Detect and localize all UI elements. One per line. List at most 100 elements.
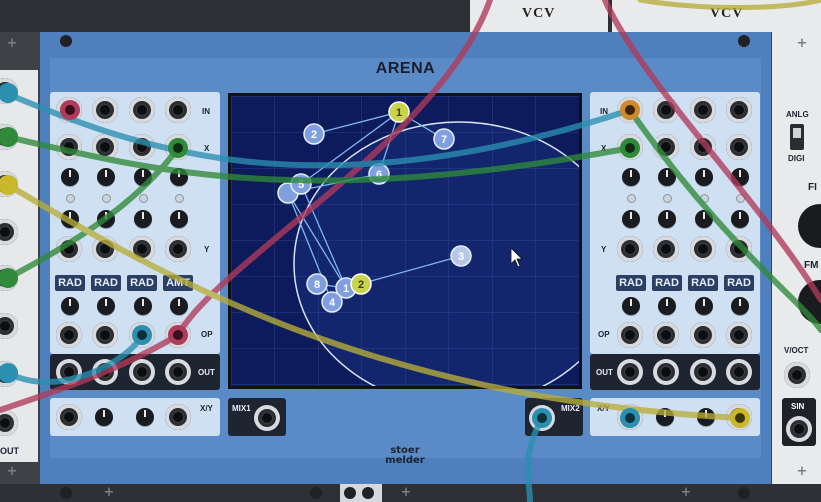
left-amt-badge[interactable]: AMT: [163, 275, 193, 291]
left-y-jack-1[interactable]: [56, 236, 82, 262]
source-marker-5[interactable]: 5: [290, 173, 312, 195]
right-op-knob-4[interactable]: [731, 297, 749, 315]
right-op-jack-1[interactable]: [617, 322, 643, 348]
right-xy-knob-1[interactable]: [656, 408, 674, 426]
left-out-jack-1[interactable]: [56, 359, 82, 385]
right-y-knob-3[interactable]: [695, 210, 713, 228]
source-marker-2[interactable]: 2: [303, 123, 325, 145]
left-y-knob-1[interactable]: [61, 210, 79, 228]
right-out-jack-3[interactable]: [690, 359, 716, 385]
left-xy-jack-in[interactable]: [56, 404, 82, 430]
source-marker-7[interactable]: 7: [433, 128, 455, 150]
mix2-jack[interactable]: [529, 405, 555, 431]
left-out-jack-2[interactable]: [92, 359, 118, 385]
right-x-knob-1[interactable]: [622, 168, 640, 186]
left-out-jack-3[interactable]: [129, 359, 155, 385]
left-op-jack-1[interactable]: [56, 322, 82, 348]
source-marker-4[interactable]: 4: [321, 291, 343, 313]
right-rad-badge-2[interactable]: RAD: [652, 275, 682, 291]
left-y-jack-2[interactable]: [92, 236, 118, 262]
mix1-jack[interactable]: [254, 405, 280, 431]
left-y-knob-4[interactable]: [170, 210, 188, 228]
right-op-jack-2[interactable]: [653, 322, 679, 348]
left-in-jack-3[interactable]: [129, 97, 155, 123]
right-xy-jack-out[interactable]: [726, 404, 752, 430]
right-rad-badge-3[interactable]: RAD: [688, 275, 718, 291]
left-op-knob-3[interactable]: [134, 297, 152, 315]
left-y-knob-3[interactable]: [134, 210, 152, 228]
left-op-jack-4[interactable]: [165, 322, 191, 348]
freq-knob[interactable]: [798, 204, 821, 248]
left-op-knob-4[interactable]: [170, 297, 188, 315]
left-rad-badge-3[interactable]: RAD: [127, 275, 157, 291]
left-module-jack-5[interactable]: [0, 265, 18, 291]
right-y-knob-1[interactable]: [622, 210, 640, 228]
source-marker-6[interactable]: 6: [368, 163, 390, 185]
right-in-jack-3[interactable]: [690, 97, 716, 123]
right-y-jack-4[interactable]: [726, 236, 752, 262]
right-y-knob-2[interactable]: [658, 210, 676, 228]
left-y-jack-4[interactable]: [165, 236, 191, 262]
left-xy-knob-1[interactable]: [95, 408, 113, 426]
left-rad-badge-2[interactable]: RAD: [91, 275, 121, 291]
mixer-marker-1[interactable]: 1: [388, 101, 410, 123]
right-y-knob-4[interactable]: [731, 210, 749, 228]
left-x-jack-4[interactable]: [165, 134, 191, 160]
right-in-jack-2[interactable]: [653, 97, 679, 123]
right-x-knob-2[interactable]: [658, 168, 676, 186]
right-rad-badge-1[interactable]: RAD: [616, 275, 646, 291]
left-module-jack-6[interactable]: [0, 313, 18, 339]
right-xy-knob-2[interactable]: [697, 408, 715, 426]
right-y-jack-1[interactable]: [617, 236, 643, 262]
right-x-knob-3[interactable]: [695, 168, 713, 186]
left-in-jack-1[interactable]: [56, 97, 82, 123]
voct-jack[interactable]: [784, 362, 810, 388]
arena-display[interactable]: 1234567812: [228, 93, 582, 389]
source-marker-8[interactable]: 8: [306, 273, 328, 295]
left-in-jack-4[interactable]: [165, 97, 191, 123]
right-xy-jack-in[interactable]: [617, 404, 643, 430]
right-out-jack-2[interactable]: [653, 359, 679, 385]
right-op-knob-1[interactable]: [622, 297, 640, 315]
right-in-jack-4[interactable]: [726, 97, 752, 123]
left-module-jack-7[interactable]: [0, 361, 18, 387]
right-x-knob-4[interactable]: [731, 168, 749, 186]
sin-jack[interactable]: [786, 416, 812, 442]
left-x-jack-1[interactable]: [56, 134, 82, 160]
right-op-jack-3[interactable]: [690, 322, 716, 348]
right-out-jack-1[interactable]: [617, 359, 643, 385]
mixer-marker-2[interactable]: 2: [350, 273, 372, 295]
source-marker-3[interactable]: 3: [450, 245, 472, 267]
right-y-jack-3[interactable]: [690, 236, 716, 262]
anlg-digi-toggle[interactable]: [790, 124, 804, 150]
left-y-jack-3[interactable]: [129, 236, 155, 262]
right-y-jack-2[interactable]: [653, 236, 679, 262]
left-x-jack-3[interactable]: [129, 134, 155, 160]
left-module-jack-4[interactable]: [0, 219, 18, 245]
left-in-jack-2[interactable]: [92, 97, 118, 123]
right-out-jack-4[interactable]: [726, 359, 752, 385]
left-module-jack-2[interactable]: [0, 124, 18, 150]
right-in-jack-1[interactable]: [617, 97, 643, 123]
fm-knob[interactable]: [798, 280, 821, 324]
right-x-jack-1[interactable]: [617, 134, 643, 160]
left-xy-jack-out[interactable]: [165, 404, 191, 430]
right-op-knob-3[interactable]: [695, 297, 713, 315]
left-x-knob-2[interactable]: [97, 168, 115, 186]
right-op-jack-4[interactable]: [726, 322, 752, 348]
right-x-jack-4[interactable]: [726, 134, 752, 160]
right-x-jack-2[interactable]: [653, 134, 679, 160]
right-op-knob-2[interactable]: [658, 297, 676, 315]
left-x-jack-2[interactable]: [92, 134, 118, 160]
right-x-jack-3[interactable]: [690, 134, 716, 160]
left-module-jack-1[interactable]: [0, 78, 18, 104]
left-y-knob-2[interactable]: [97, 210, 115, 228]
right-rad-badge-4[interactable]: RAD: [724, 275, 754, 291]
left-op-knob-1[interactable]: [61, 297, 79, 315]
left-op-jack-3[interactable]: [129, 322, 155, 348]
left-module-jack-8[interactable]: [0, 410, 18, 436]
left-op-knob-2[interactable]: [97, 297, 115, 315]
left-x-knob-3[interactable]: [134, 168, 152, 186]
left-xy-knob-2[interactable]: [136, 408, 154, 426]
left-module-jack-3[interactable]: [0, 171, 18, 197]
